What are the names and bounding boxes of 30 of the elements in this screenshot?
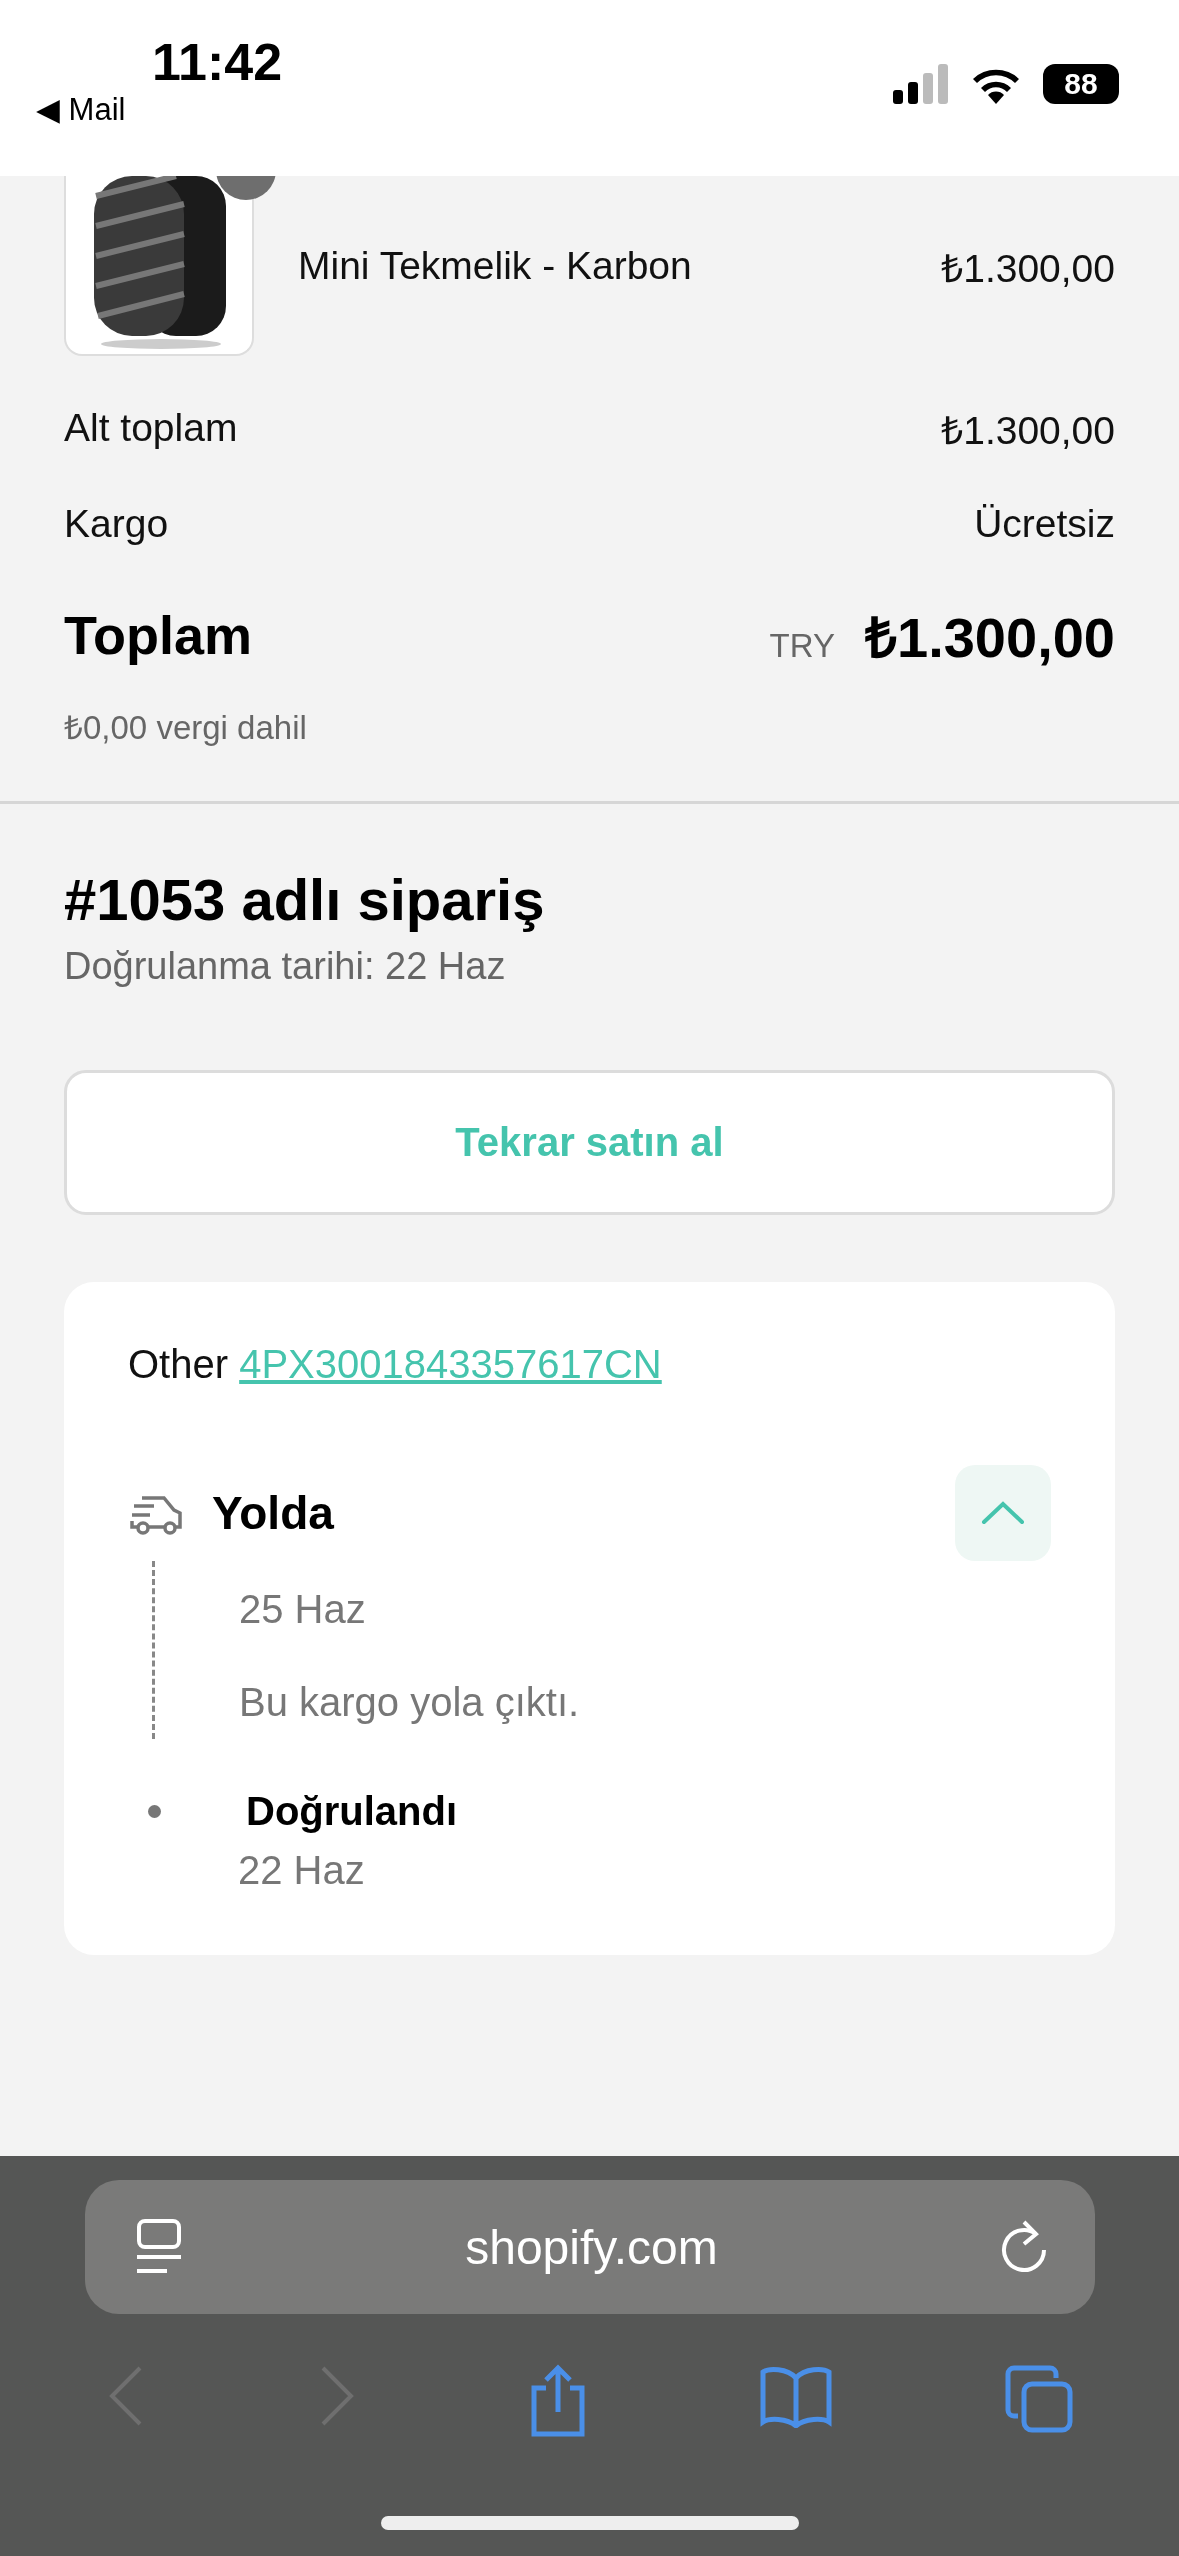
tabs-icon[interactable]: [1003, 2364, 1074, 2434]
status-time: 11:42: [152, 32, 283, 92]
event-title: Yolda: [212, 1486, 335, 1540]
collapse-button[interactable]: [955, 1465, 1051, 1561]
summary-value: ₺1.300,00: [941, 407, 1115, 454]
summary-label: Alt toplam: [64, 406, 238, 450]
summary-value: Ücretsiz: [974, 502, 1115, 546]
tax-note: ₺0,00 vergi dahil: [63, 708, 308, 748]
page-menu-icon: [134, 2219, 183, 2275]
signal-icon: [893, 64, 949, 104]
url-text: shopify.com: [465, 2219, 718, 2275]
event-date: 25 Haz: [239, 1587, 367, 1632]
back-to-app-link[interactable]: ◀ Mail: [36, 92, 283, 128]
product-name: Mini Tekmelik - Karbon: [298, 244, 693, 288]
event-title: Doğrulandı: [246, 1789, 459, 1834]
summary-label: Kargo: [64, 502, 169, 546]
total-label: Toplam: [64, 604, 252, 666]
event-date: 22 Haz: [238, 1848, 366, 1893]
book-icon[interactable]: [758, 2364, 833, 2428]
address-bar[interactable]: shopify.com: [84, 2180, 1095, 2314]
event-detail: Bu kargo yola çıktı.: [239, 1680, 581, 1725]
chevron-icon: [981, 1501, 1025, 1525]
timeline-dot: [148, 1805, 161, 1818]
order-title: #1053 adlı sipariş: [63, 866, 546, 933]
product-price: ₺1.300,00: [941, 245, 1115, 292]
total-value: ₺1.300,00: [865, 605, 1115, 671]
order-date: Doğrulanma tarihi: 22 Haz: [63, 944, 507, 988]
currency-code: TRY: [769, 627, 835, 665]
tracking-info: Other 4PX3001843357617CN: [128, 1342, 663, 1387]
battery-level: 88: [1043, 64, 1119, 104]
